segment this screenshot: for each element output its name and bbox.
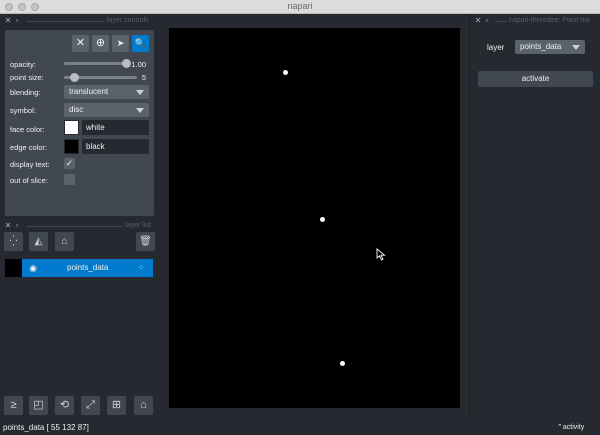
transpose-dims-button[interactable]: ⤢: [81, 396, 100, 415]
dock-float-icon[interactable]: ▫: [483, 17, 491, 25]
point-size-value: 5: [141, 73, 146, 82]
add-points-button[interactable]: ⊕: [92, 35, 109, 52]
edge-color-field[interactable]: black: [82, 139, 149, 154]
chevron-down-icon: [572, 45, 580, 50]
home-icon: ⌂: [140, 399, 147, 411]
trash-icon: 🗑: [139, 236, 152, 247]
select-points-button[interactable]: ➤: [112, 35, 129, 52]
face-color-swatch[interactable]: [64, 120, 79, 135]
layer-controls-panel: ✕ ⊕ ➤ 🔍 opacity: 1.00 point size: 5 blen…: [5, 30, 154, 216]
symbol-label: symbol:: [10, 106, 36, 115]
cube-icon: ◰: [33, 399, 44, 411]
points-layer-type-icon: ⁘: [138, 263, 145, 272]
face-color-field[interactable]: white: [82, 120, 149, 135]
face-color-label: face color:: [10, 125, 45, 134]
blending-value: translucent: [69, 87, 109, 96]
window-title: napari: [287, 1, 313, 11]
new-labels-layer-button[interactable]: ⌂: [55, 232, 74, 251]
window-titlebar: napari: [0, 0, 600, 14]
delete-layer-button[interactable]: 🗑: [136, 232, 155, 251]
grid-icon: ⊞: [111, 399, 122, 411]
delete-icon: ✕: [75, 37, 86, 49]
dock-close-icon[interactable]: ✕: [4, 222, 12, 230]
display-text-label: display text:: [10, 160, 50, 169]
shapes-icon: ◭: [34, 236, 43, 247]
add-icon: ⊕: [95, 37, 106, 49]
new-shapes-layer-button[interactable]: ◭: [29, 232, 48, 251]
out-of-slice-checkbox[interactable]: [64, 174, 75, 185]
grid-view-button[interactable]: ⊞: [107, 396, 126, 415]
layer-name: points_data: [67, 263, 109, 272]
layer-controls-dock-title: ✕ ▫ layer controls: [4, 15, 156, 27]
edge-color-label: edge color:: [10, 143, 48, 152]
delete-points-button[interactable]: ✕: [72, 35, 89, 52]
status-text: points_data [ 55 132 87]: [3, 423, 89, 432]
point-size-slider-handle[interactable]: [69, 73, 79, 82]
dock-float-icon[interactable]: ▫: [13, 17, 21, 25]
pan-zoom-button[interactable]: 🔍: [132, 35, 149, 52]
plugin-dock-title-label: napari-threedee: Point ma: [509, 17, 590, 24]
plugin-dock-title: ✕ ▫ napari-threedee: Point ma: [474, 15, 598, 27]
data-point: [340, 361, 345, 366]
console-button[interactable]: ≥: [4, 396, 23, 415]
terminal-icon: ≥: [10, 399, 17, 411]
mouse-cursor-icon: [376, 248, 386, 261]
layer-label: layer: [487, 43, 505, 52]
dock-float-icon[interactable]: ▫: [13, 222, 21, 230]
symbol-dropdown[interactable]: disc: [64, 103, 149, 117]
opacity-value: 1.00: [131, 60, 146, 69]
roll-dims-button[interactable]: ⟲: [55, 396, 74, 415]
data-point: [283, 70, 288, 75]
opacity-slider[interactable]: [64, 62, 126, 65]
opacity-label: opacity:: [10, 60, 36, 69]
layer-select-dropdown[interactable]: points_data: [515, 40, 585, 54]
activity-label: activity: [562, 424, 585, 431]
layer-thumbnail: [5, 259, 22, 277]
layer-list-item[interactable]: ◉ points_data ⁘: [5, 259, 153, 277]
dock-close-icon[interactable]: ✕: [474, 17, 482, 25]
display-text-checkbox[interactable]: ✓: [64, 158, 75, 169]
activate-button[interactable]: activate: [478, 71, 593, 87]
ndisplay-button[interactable]: ◰: [29, 396, 48, 415]
blending-label: blending:: [10, 88, 41, 97]
dock-close-icon[interactable]: ✕: [4, 17, 12, 25]
dock-title-label: layer controls: [107, 17, 149, 24]
data-point: [320, 217, 325, 222]
points-icon: ⁛: [9, 236, 18, 247]
dock-splitter[interactable]: [469, 14, 471, 419]
out-of-slice-label: out of slice:: [10, 176, 48, 185]
point-size-label: point size:: [10, 73, 44, 82]
tag-icon: ⌂: [61, 236, 68, 247]
blending-dropdown[interactable]: translucent: [64, 85, 149, 99]
chevron-down-icon: [136, 108, 144, 113]
dock-title-label: layer list: [125, 222, 151, 229]
chevron-down-icon: [136, 90, 144, 95]
magnifier-icon: 🔍: [134, 38, 147, 48]
layer-list-dock-title: ✕ ▫ layer list: [4, 220, 156, 232]
layer-select-value: points_data: [520, 42, 562, 51]
roll-icon: ⟲: [59, 399, 70, 411]
reset-view-button[interactable]: ⌂: [134, 396, 153, 415]
select-arrow-icon: ➤: [116, 38, 125, 48]
activity-button[interactable]: ⌃activity: [557, 423, 584, 431]
viewer-canvas[interactable]: [169, 28, 460, 408]
transpose-icon: ⤢: [86, 399, 95, 411]
new-points-layer-button[interactable]: ⁛: [4, 232, 23, 251]
status-bar: points_data [ 55 132 87] ⌃activity: [0, 419, 600, 435]
symbol-value: disc: [69, 105, 84, 114]
edge-color-swatch[interactable]: [64, 139, 79, 154]
visibility-eye-icon[interactable]: ◉: [27, 262, 39, 274]
